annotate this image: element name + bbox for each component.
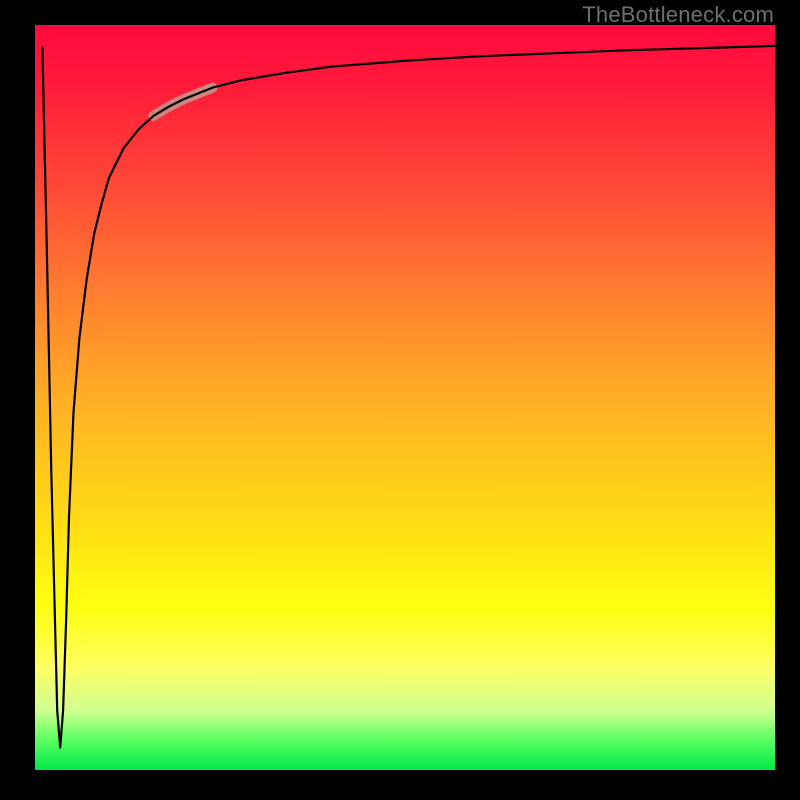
watermark-text: TheBottleneck.com bbox=[582, 2, 774, 28]
curve-svg bbox=[35, 25, 775, 770]
chart-frame: TheBottleneck.com bbox=[0, 0, 800, 800]
bottleneck-curve bbox=[42, 46, 775, 748]
plot-area bbox=[35, 25, 775, 770]
